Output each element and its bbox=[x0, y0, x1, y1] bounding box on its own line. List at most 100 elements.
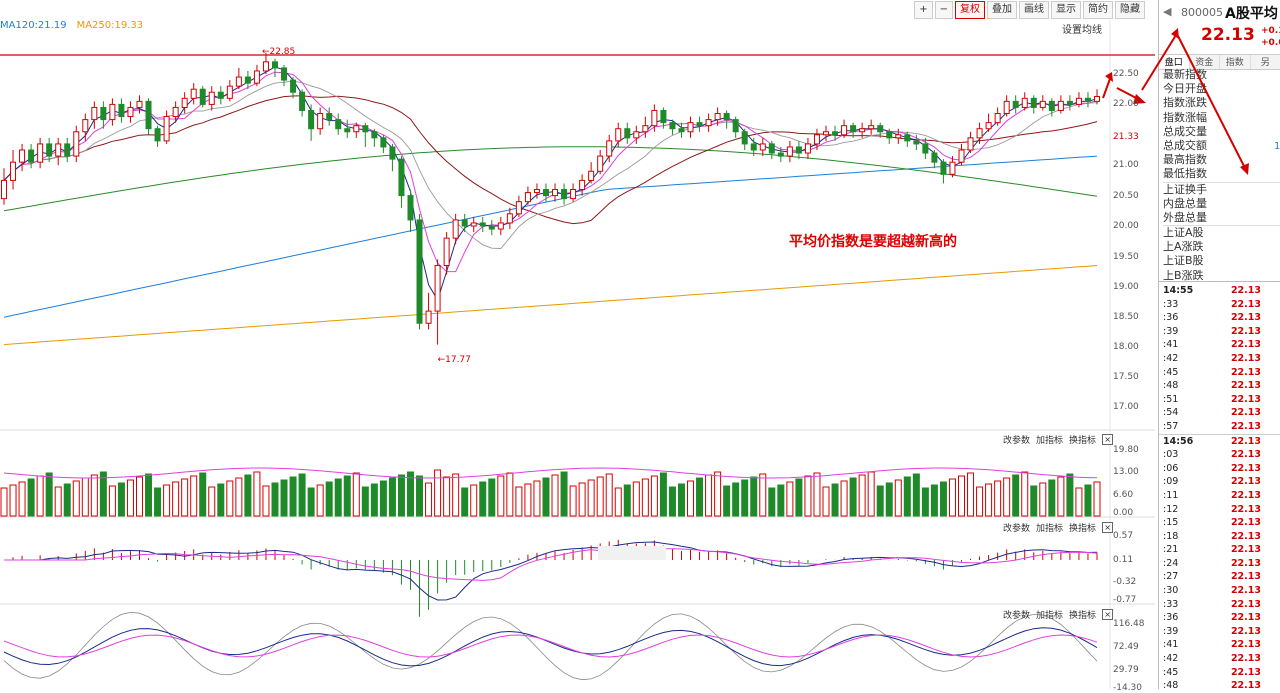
candle-body bbox=[399, 159, 404, 195]
add-indicator-button[interactable]: 加指标 bbox=[1036, 521, 1063, 534]
candle-body bbox=[534, 190, 539, 193]
volume-bar bbox=[886, 483, 892, 516]
tick-row: :3922.13 bbox=[1159, 625, 1280, 639]
candle-body bbox=[616, 129, 621, 141]
display-button[interactable]: 显示 bbox=[1051, 1, 1081, 19]
add-indicator-button[interactable]: 加指标 bbox=[1036, 433, 1063, 446]
switch-indicator-button[interactable]: 换指标 bbox=[1069, 433, 1096, 446]
tick-time: 14:55 bbox=[1163, 284, 1193, 298]
candle-body bbox=[769, 144, 774, 153]
volume-bar bbox=[37, 476, 43, 516]
change-params-button[interactable]: 改参数 bbox=[1003, 433, 1030, 446]
close-icon[interactable]: × bbox=[1102, 609, 1113, 620]
set-ma-button[interactable]: 设置均线 bbox=[1062, 21, 1102, 36]
close-icon[interactable]: × bbox=[1102, 522, 1113, 533]
volume-bar bbox=[46, 473, 52, 516]
volume-ma-line bbox=[4, 468, 1097, 478]
vol-tick: 19.80 bbox=[1113, 445, 1139, 455]
price-tick: 20.50 bbox=[1113, 191, 1139, 201]
volume-bar bbox=[91, 475, 97, 516]
candle-body bbox=[236, 77, 241, 86]
volume-bar bbox=[706, 475, 712, 516]
volume-bar bbox=[1004, 478, 1010, 516]
simple-button[interactable]: 简约 bbox=[1083, 1, 1113, 19]
volume-bar bbox=[823, 487, 829, 516]
candle-body bbox=[272, 62, 277, 68]
volume-bar bbox=[127, 480, 133, 516]
candle-body bbox=[110, 104, 115, 119]
kdj-k-line bbox=[4, 628, 1097, 666]
arrow-down-line bbox=[1178, 36, 1246, 170]
candle-body bbox=[462, 220, 467, 226]
kdj-j-line bbox=[4, 612, 1097, 679]
candle-body bbox=[426, 311, 431, 323]
volume-bar bbox=[931, 485, 937, 516]
tick-time: :06 bbox=[1163, 462, 1178, 476]
fuquan-button[interactable]: 复权 bbox=[955, 1, 985, 19]
add-indicator-button[interactable]: 加指标 bbox=[1036, 608, 1063, 621]
volume-bar bbox=[1031, 486, 1037, 516]
candle-body bbox=[471, 223, 476, 226]
volume-bar bbox=[588, 480, 594, 516]
tick-time: :39 bbox=[1163, 625, 1178, 639]
candle-body bbox=[589, 171, 594, 180]
volume-bar bbox=[787, 482, 793, 516]
tick-time: :03 bbox=[1163, 448, 1178, 462]
tick-row: :1222.13 bbox=[1159, 503, 1280, 517]
tick-price: 22.13 bbox=[1231, 584, 1261, 598]
switch-indicator-button[interactable]: 换指标 bbox=[1069, 608, 1096, 621]
volume-bar bbox=[100, 472, 106, 516]
tick-time: :41 bbox=[1163, 338, 1178, 352]
tick-row: :4822.13 bbox=[1159, 379, 1280, 393]
candle-body bbox=[661, 110, 666, 122]
tick-row: :4222.13 bbox=[1159, 352, 1280, 366]
candle-body bbox=[562, 190, 567, 199]
volume-bar bbox=[317, 485, 323, 516]
change-params-button[interactable]: 改参数 bbox=[1003, 521, 1030, 534]
candle-body bbox=[697, 123, 702, 126]
candle-body bbox=[408, 196, 413, 220]
quote-field-label: 上证A股 bbox=[1163, 225, 1280, 240]
candle-body bbox=[209, 92, 214, 104]
tick-list[interactable]: 14:5522.13:3322.13:3622.13:3922.13:4122.… bbox=[1159, 284, 1280, 689]
volume-bar bbox=[281, 480, 287, 516]
tick-price: 22.13 bbox=[1231, 598, 1261, 612]
volume-bar bbox=[543, 478, 549, 516]
volume-bar bbox=[949, 479, 955, 516]
back-arrow-icon[interactable]: ◀ bbox=[1163, 5, 1171, 18]
volume-bar bbox=[1040, 483, 1046, 516]
switch-indicator-button[interactable]: 换指标 bbox=[1069, 521, 1096, 534]
candle-body bbox=[444, 238, 449, 265]
zoom-in-button[interactable]: + bbox=[914, 1, 932, 19]
zoom-out-button[interactable]: − bbox=[935, 1, 953, 19]
tick-row: :1122.13 bbox=[1159, 489, 1280, 503]
candle-body bbox=[941, 162, 946, 174]
volume-bar bbox=[579, 483, 585, 516]
ma-legend: MA120:21.19 MA250:19.33 bbox=[0, 20, 143, 31]
draw-line-button[interactable]: 画线 bbox=[1019, 1, 1049, 19]
quote-field-label: 上证B股 bbox=[1163, 254, 1280, 268]
stock-code: 800005 bbox=[1181, 6, 1223, 19]
tick-time: :54 bbox=[1163, 406, 1178, 420]
kline-chart[interactable]: ←22.85←17.77 bbox=[0, 0, 1155, 689]
candle-body bbox=[923, 144, 928, 153]
volume-bar bbox=[371, 484, 377, 516]
volume-bar bbox=[380, 481, 386, 516]
candle-body bbox=[1040, 101, 1045, 107]
volume-bar bbox=[968, 473, 974, 516]
overlay-button[interactable]: 叠加 bbox=[987, 1, 1017, 19]
change-params-button[interactable]: 改参数 bbox=[1003, 608, 1030, 621]
tick-time: :41 bbox=[1163, 638, 1178, 652]
tick-price: 22.13 bbox=[1231, 435, 1261, 449]
volume-bar bbox=[751, 477, 757, 516]
chart-area[interactable]: ←22.85←17.77 + − 复权 叠加 画线 显示 简约 隐藏 MA120… bbox=[0, 0, 1155, 689]
volume-bar bbox=[1058, 477, 1064, 516]
candle-body bbox=[489, 226, 494, 229]
candle-body bbox=[119, 104, 124, 116]
volume-bar bbox=[417, 476, 423, 516]
hide-button[interactable]: 隐藏 bbox=[1115, 1, 1145, 19]
candle-body bbox=[20, 150, 25, 162]
candle-body bbox=[282, 68, 287, 80]
close-icon[interactable]: × bbox=[1102, 434, 1113, 445]
candle-body bbox=[1031, 98, 1036, 107]
